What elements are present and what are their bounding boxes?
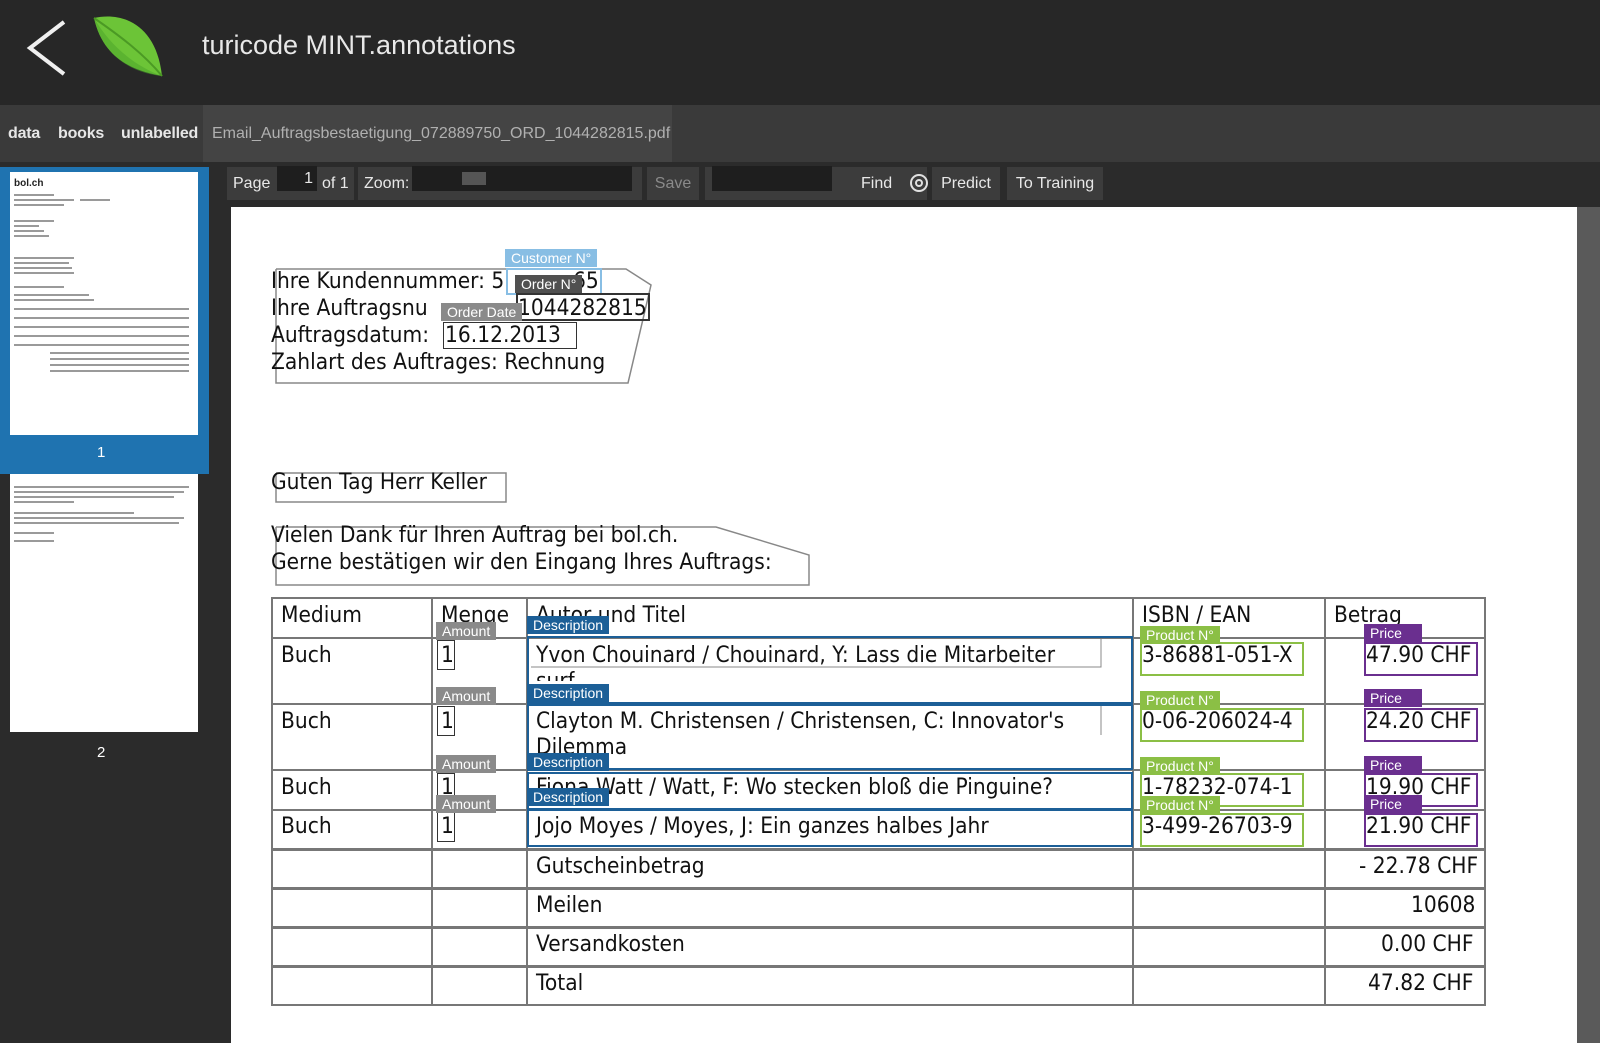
app-window: turicode MINT.annotations data books unl… bbox=[0, 0, 1600, 1043]
summary-label: Versandkosten bbox=[536, 932, 685, 957]
summary-value: 10608 bbox=[1411, 893, 1476, 918]
price-tag: Price bbox=[1364, 624, 1422, 642]
document-page: Ihre Kundennummer: 5 65 Ihre Auftragsnu … bbox=[231, 207, 1577, 1043]
payment-method: Zahlart des Auftrages: Rechnung bbox=[271, 350, 606, 375]
document-gutter bbox=[210, 207, 228, 1043]
to-training-button[interactable]: To Training bbox=[1007, 167, 1103, 200]
description-annotation[interactable] bbox=[527, 704, 1133, 770]
product-number-tag: Product N° bbox=[1140, 757, 1220, 775]
zoom-label: Zoom: bbox=[364, 175, 410, 192]
page-thumbnails-sidebar: bol.ch 1 2 bbox=[0, 162, 210, 1043]
description-tag: Description bbox=[527, 753, 610, 771]
order-number-annotation[interactable] bbox=[516, 293, 650, 321]
description-tag: Description bbox=[527, 616, 610, 634]
amount-tag: Amount bbox=[436, 795, 497, 813]
thumbnail-page-number: 1 bbox=[97, 444, 106, 461]
find-button[interactable]: Find bbox=[861, 167, 892, 200]
row-medium: Buch bbox=[281, 814, 332, 839]
breadcrumb-item-unlabelled[interactable]: unlabelled bbox=[121, 125, 198, 143]
description-annotation[interactable] bbox=[527, 636, 1133, 704]
page-total: of 1 bbox=[322, 175, 349, 192]
breadcrumb-item-data[interactable]: data bbox=[8, 125, 40, 143]
product-number-annotation[interactable] bbox=[1140, 813, 1304, 847]
summary-value: 0.00 CHF bbox=[1381, 932, 1474, 957]
customer-number-label: Ihre Kundennummer: 5 bbox=[271, 269, 505, 294]
product-number-annotation[interactable] bbox=[1140, 642, 1304, 676]
breadcrumb-file-name: Email_Auftragsbestaetigung_072889750_ORD… bbox=[212, 125, 671, 142]
customer-number-tag: Customer N° bbox=[505, 249, 598, 267]
thanks-line-1: Vielen Dank für Ihren Auftrag bei bol.ch… bbox=[271, 523, 679, 548]
thumbnail-page-1[interactable]: bol.ch 1 bbox=[0, 167, 209, 474]
amount-tag: Amount bbox=[436, 622, 497, 640]
amount-annotation[interactable] bbox=[437, 640, 455, 670]
page-label: Page bbox=[233, 175, 271, 192]
vertical-scrollbar[interactable] bbox=[1577, 207, 1600, 1043]
description-annotation[interactable] bbox=[527, 772, 1133, 810]
order-date-tag: Order Date bbox=[441, 303, 523, 321]
description-annotation[interactable] bbox=[527, 809, 1133, 847]
product-number-annotation[interactable] bbox=[1140, 708, 1304, 742]
summary-label: Gutscheinbetrag bbox=[536, 854, 705, 879]
order-date-label: Auftragsdatum: bbox=[271, 323, 430, 348]
order-number-label: Ihre Auftragsnu bbox=[271, 296, 428, 321]
order-date-annotation[interactable] bbox=[443, 322, 577, 349]
price-annotation[interactable] bbox=[1364, 708, 1478, 742]
predict-button[interactable]: Predict bbox=[932, 167, 1000, 200]
thumbnail-page-number: 2 bbox=[97, 744, 106, 761]
summary-label: Meilen bbox=[536, 893, 603, 918]
summary-label: Total bbox=[536, 971, 584, 996]
thanks-line-2: Gerne bestätigen wir den Eingang Ihres A… bbox=[271, 550, 772, 575]
thumbnail-image: bol.ch bbox=[10, 172, 198, 435]
description-tag: Description bbox=[527, 788, 610, 806]
leaf-logo-icon bbox=[93, 16, 163, 77]
product-number-tag: Product N° bbox=[1140, 796, 1220, 814]
zoom-slider[interactable] bbox=[412, 166, 632, 191]
summary-value: - 22.78 CHF bbox=[1359, 854, 1479, 879]
page-number-input[interactable] bbox=[277, 166, 317, 191]
amount-annotation[interactable] bbox=[437, 812, 455, 842]
column-header-medium: Medium bbox=[281, 603, 362, 628]
order-number-tag: Order N° bbox=[515, 275, 583, 293]
breadcrumb-item-books[interactable]: books bbox=[58, 125, 104, 143]
product-number-tag: Product N° bbox=[1140, 691, 1220, 709]
amount-tag: Amount bbox=[436, 687, 497, 705]
amount-tag: Amount bbox=[436, 755, 497, 773]
back-arrow-icon[interactable] bbox=[22, 18, 72, 78]
price-tag: Price bbox=[1364, 795, 1422, 813]
app-header: turicode MINT.annotations bbox=[0, 0, 1600, 105]
document-toolbar: Page of 1 Zoom: Save Find Predict To Tra… bbox=[210, 162, 1600, 207]
breadcrumb: data books unlabelled Email_Auftragsbest… bbox=[0, 105, 1600, 162]
find-input[interactable] bbox=[712, 166, 832, 191]
row-medium: Buch bbox=[281, 643, 332, 668]
row-medium: Buch bbox=[281, 709, 332, 734]
description-tag: Description bbox=[527, 684, 610, 702]
thumbnail-image bbox=[10, 474, 198, 732]
price-tag: Price bbox=[1364, 689, 1422, 707]
amount-annotation[interactable] bbox=[437, 706, 455, 736]
greeting-text: Guten Tag Herr Keller bbox=[271, 470, 487, 495]
product-number-tag: Product N° bbox=[1140, 626, 1220, 644]
price-annotation[interactable] bbox=[1364, 642, 1478, 676]
save-button[interactable]: Save bbox=[647, 167, 699, 200]
price-annotation[interactable] bbox=[1364, 813, 1478, 847]
row-medium: Buch bbox=[281, 775, 332, 800]
summary-value: 47.82 CHF bbox=[1368, 971, 1474, 996]
price-tag: Price bbox=[1364, 756, 1422, 774]
find-settings-gear-icon[interactable] bbox=[910, 174, 928, 192]
zoom-slider-handle[interactable] bbox=[462, 172, 486, 185]
bol-logo: bol.ch bbox=[14, 178, 44, 189]
app-title: turicode MINT.annotations bbox=[202, 30, 516, 60]
